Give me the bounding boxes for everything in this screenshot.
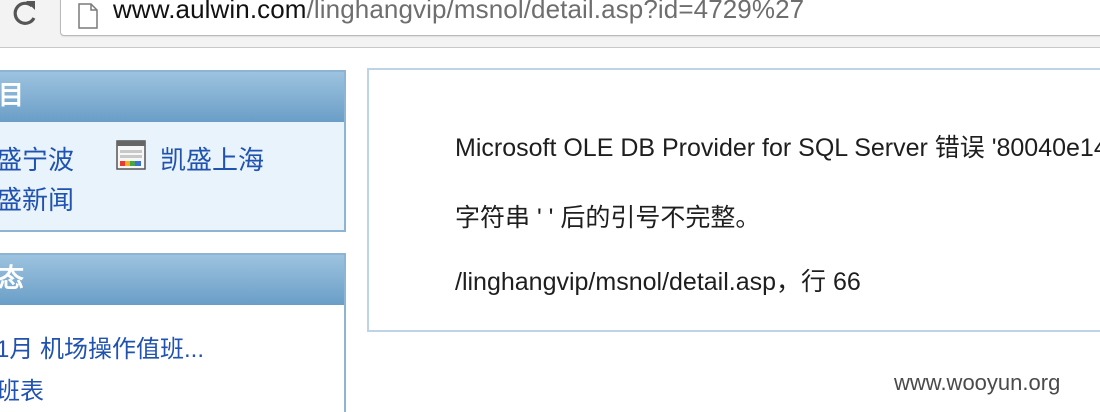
browser-toolbar: www.aulwin.com/linghangvip/msnol/detail.… bbox=[0, 0, 1100, 48]
sidebar-box-1: 目 盛宁波 凯盛上海 盛新闻 bbox=[0, 70, 346, 232]
document-icon bbox=[116, 140, 146, 170]
sidebar-box-1-title: 目 bbox=[0, 72, 344, 122]
sidebar-link-ningbo[interactable]: 盛宁波 bbox=[0, 140, 74, 177]
url-path: /linghangvip/msnol/detail.asp?id=4729%27 bbox=[306, 0, 805, 24]
sidebar-link-duty[interactable]: 1月 机场操作值班... bbox=[0, 329, 204, 364]
url-host: www.aulwin.com bbox=[113, 0, 307, 24]
sidebar-box-2: 态 1月 机场操作值班... 班表 bbox=[0, 253, 346, 412]
error-title: Microsoft OLE DB Provider for SQL Server… bbox=[455, 134, 1100, 162]
url-text[interactable]: www.aulwin.com/linghangvip/msnol/detail.… bbox=[113, 0, 804, 23]
page-icon bbox=[77, 3, 99, 29]
reload-icon[interactable] bbox=[10, 0, 40, 26]
watermark-text: www.wooyun.org bbox=[894, 370, 1061, 395]
sidebar-box-2-title: 态 bbox=[0, 255, 344, 305]
error-message: 字符串 ' ' 后的引号不完整。 bbox=[455, 204, 761, 232]
sidebar-link-shanghai[interactable]: 凯盛上海 bbox=[160, 140, 264, 177]
sidebar-link-schedule[interactable]: 班表 bbox=[0, 371, 44, 406]
address-bar[interactable]: www.aulwin.com/linghangvip/msnol/detail.… bbox=[60, 0, 1100, 36]
error-panel: Microsoft OLE DB Provider for SQL Server… bbox=[367, 68, 1100, 332]
error-location: /linghangvip/msnol/detail.asp，行 66 bbox=[455, 268, 861, 296]
sidebar-link-news[interactable]: 盛新闻 bbox=[0, 180, 74, 217]
